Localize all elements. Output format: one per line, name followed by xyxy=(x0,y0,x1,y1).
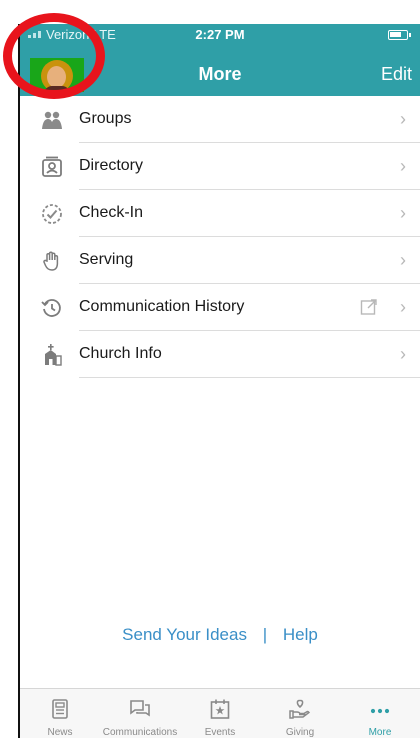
menu-item-church-info[interactable]: Church Info › xyxy=(20,331,420,378)
news-icon xyxy=(52,699,68,719)
history-icon xyxy=(41,299,61,317)
groups-icon xyxy=(42,111,62,129)
tab-label: More xyxy=(368,727,392,738)
menu-item-label: Groups xyxy=(79,110,132,127)
menu-item-directory[interactable]: Directory › xyxy=(20,143,420,190)
menu-item-communication-history[interactable]: Communication History › xyxy=(20,284,420,331)
directory-icon xyxy=(42,156,62,177)
menu-item-groups[interactable]: Groups › xyxy=(20,96,420,143)
edit-button[interactable]: Edit xyxy=(381,64,412,85)
chevron-right-icon: › xyxy=(400,297,406,317)
tab-bar: News Communications Events Giving More xyxy=(20,688,420,738)
menu-item-serving[interactable]: Serving › xyxy=(20,237,420,284)
more-dots-icon xyxy=(370,708,390,714)
chevron-right-icon: › xyxy=(400,203,406,223)
chevron-right-icon: › xyxy=(400,109,406,129)
footer-links: Send Your Ideas | Help xyxy=(20,625,420,645)
highlight-ring xyxy=(3,13,105,99)
menu-item-label: Serving xyxy=(79,251,134,268)
more-menu-list: Groups › Directory › Check-In › Serving … xyxy=(20,96,420,378)
link-separator: | xyxy=(262,625,268,644)
chat-icon xyxy=(130,700,150,717)
tab-events[interactable]: Events xyxy=(180,689,260,738)
chevron-right-icon: › xyxy=(400,344,406,364)
giving-hand-icon xyxy=(289,699,311,719)
menu-item-label: Directory xyxy=(79,157,144,174)
phone-screen: Verizon LTE 2:27 PM More Edit Groups › D… xyxy=(0,0,420,738)
tab-giving[interactable]: Giving xyxy=(260,689,340,738)
menu-item-label: Church Info xyxy=(79,345,162,362)
calendar-star-icon xyxy=(210,699,230,719)
church-icon xyxy=(45,344,62,366)
chevron-right-icon: › xyxy=(400,250,406,270)
check-in-icon xyxy=(42,204,62,224)
battery-icon xyxy=(388,30,411,40)
send-ideas-link[interactable]: Send Your Ideas xyxy=(122,625,247,645)
help-link[interactable]: Help xyxy=(283,625,318,645)
chevron-right-icon: › xyxy=(400,156,406,176)
external-link-icon xyxy=(360,299,377,315)
divider xyxy=(79,377,420,378)
menu-item-check-in[interactable]: Check-In › xyxy=(20,190,420,237)
tab-communications[interactable]: Communications xyxy=(100,689,180,738)
menu-item-label: Check-In xyxy=(79,204,144,221)
tab-more[interactable]: More xyxy=(340,689,420,738)
hand-icon xyxy=(43,251,59,271)
tab-news[interactable]: News xyxy=(20,689,100,738)
menu-item-label: Communication History xyxy=(79,298,245,315)
